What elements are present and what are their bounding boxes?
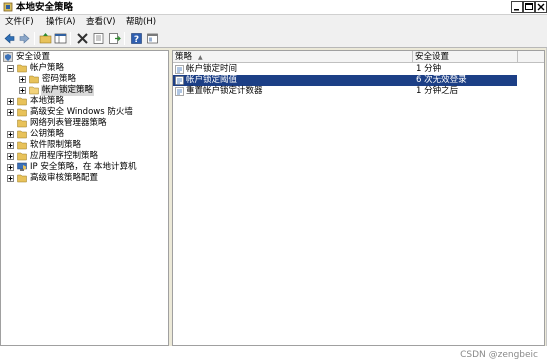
expand-icon[interactable] bbox=[19, 76, 26, 83]
delete-icon[interactable] bbox=[76, 32, 89, 45]
table-row[interactable]: 重置帐户锁定计数器 1 分钟之后 bbox=[173, 86, 517, 97]
tree-item-advanced-audit[interactable]: 高级审核策略配置 bbox=[7, 173, 157, 184]
expand-icon[interactable] bbox=[19, 87, 26, 94]
watermark: CSDN @zengbeic bbox=[460, 350, 538, 360]
tree-item-public-key-policies[interactable]: 公钥策略 bbox=[7, 129, 157, 140]
tree-label: 密码策略 bbox=[42, 74, 77, 84]
tree-item-local-policies[interactable]: 本地策略 bbox=[7, 96, 157, 107]
menu-file[interactable]: 文件(F) bbox=[5, 16, 34, 28]
minimize-button[interactable] bbox=[511, 1, 523, 13]
column-header-security-setting[interactable]: 安全设置 bbox=[413, 51, 518, 63]
tree-label: 高级审核策略配置 bbox=[30, 173, 99, 183]
ip-security-icon bbox=[17, 162, 27, 172]
policy-list[interactable]: 策略 ▲ 安全设置 帐户锁定时间 1 分钟 帐户锁定阈值 6 次无效登录 重置帐户… bbox=[172, 50, 545, 346]
up-folder-icon[interactable] bbox=[39, 32, 52, 45]
console-icon[interactable] bbox=[146, 32, 159, 45]
menu-view[interactable]: 查看(V) bbox=[86, 16, 115, 28]
list-header: 策略 ▲ 安全设置 bbox=[173, 51, 544, 63]
toolbar-separator bbox=[34, 32, 35, 45]
policy-value: 6 次无效登录 bbox=[416, 75, 467, 85]
policy-value: 1 分钟 bbox=[416, 64, 442, 74]
folder-icon bbox=[17, 107, 27, 117]
tree-item-account-policies[interactable]: 帐户策略 bbox=[7, 63, 157, 74]
forward-icon[interactable] bbox=[18, 32, 31, 45]
tree-label: 软件限制策略 bbox=[30, 140, 82, 150]
tree-label: 本地策略 bbox=[30, 96, 65, 106]
menu-bar: 文件(F) 操作(A) 查看(V) 帮助(H) bbox=[0, 15, 547, 29]
policy-icon bbox=[175, 87, 184, 96]
menu-help[interactable]: 帮助(H) bbox=[126, 16, 156, 28]
help-icon[interactable]: ? bbox=[130, 32, 143, 45]
tree-label: 帐户策略 bbox=[30, 63, 65, 73]
toolbar-separator bbox=[124, 32, 125, 45]
folder-icon bbox=[17, 173, 27, 183]
folder-icon bbox=[17, 129, 27, 139]
tree-item-windows-firewall[interactable]: 高级安全 Windows 防火墙 bbox=[7, 107, 167, 118]
local-security-policy-window: 本地安全策略 文件(F) 操作(A) 查看(V) 帮助(H) ? 安全设置 帐户… bbox=[0, 0, 547, 364]
tree-item-ip-security[interactable]: IP 安全策略，在 本地计算机 bbox=[7, 162, 167, 173]
tree-label: 应用程序控制策略 bbox=[30, 151, 99, 161]
expand-icon[interactable] bbox=[7, 109, 14, 116]
properties-icon[interactable] bbox=[92, 32, 105, 45]
sort-ascending-icon: ▲ bbox=[198, 54, 203, 61]
toolbar: ? bbox=[0, 29, 547, 48]
svg-text:?: ? bbox=[134, 35, 139, 45]
window-title: 本地安全策略 bbox=[16, 2, 74, 13]
folder-icon bbox=[17, 151, 27, 161]
tree-item-account-lockout-policy[interactable]: 帐户锁定策略 bbox=[19, 85, 159, 96]
policy-icon bbox=[175, 76, 184, 85]
tree-label: 网络列表管理器策略 bbox=[30, 118, 107, 128]
tree-item-network-list-manager[interactable]: 网络列表管理器策略 bbox=[7, 118, 167, 129]
expand-icon[interactable] bbox=[7, 164, 14, 171]
table-row-selected[interactable]: 帐户锁定阈值 6 次无效登录 bbox=[173, 75, 517, 86]
close-button[interactable] bbox=[535, 1, 547, 13]
tree-label: 高级安全 Windows 防火墙 bbox=[30, 107, 133, 117]
open-folder-icon bbox=[29, 85, 39, 95]
tree-item-password-policy[interactable]: 密码策略 bbox=[19, 74, 159, 85]
tree-item-software-restriction[interactable]: 软件限制策略 bbox=[7, 140, 157, 151]
back-icon[interactable] bbox=[3, 32, 16, 45]
column-label: 安全设置 bbox=[415, 52, 450, 62]
policy-name: 帐户锁定阈值 bbox=[186, 75, 238, 85]
folder-icon bbox=[17, 96, 27, 106]
tree-root[interactable]: 安全设置 bbox=[3, 52, 163, 63]
policy-value: 1 分钟之后 bbox=[416, 86, 459, 96]
export-list-icon[interactable] bbox=[108, 32, 121, 45]
folder-icon bbox=[29, 74, 39, 84]
folder-icon bbox=[17, 118, 27, 128]
expand-icon[interactable] bbox=[7, 98, 14, 105]
policy-name: 帐户锁定时间 bbox=[186, 64, 238, 74]
expand-icon[interactable] bbox=[7, 175, 14, 182]
collapse-icon[interactable] bbox=[7, 65, 14, 72]
tree-item-application-control[interactable]: 应用程序控制策略 bbox=[7, 151, 157, 162]
column-label: 策略 bbox=[175, 52, 193, 62]
security-settings-icon bbox=[3, 52, 13, 62]
tree-label: IP 安全策略，在 本地计算机 bbox=[30, 162, 137, 172]
navigation-tree[interactable]: 安全设置 帐户策略 密码策略 帐户锁定策略 本地策略 高级安全 Windows … bbox=[0, 50, 169, 346]
expand-icon[interactable] bbox=[7, 131, 14, 138]
toolbar-separator bbox=[70, 32, 71, 45]
table-row[interactable]: 帐户锁定时间 1 分钟 bbox=[173, 64, 517, 75]
title-bar[interactable]: 本地安全策略 bbox=[0, 0, 547, 15]
folder-icon bbox=[17, 140, 27, 150]
folder-icon bbox=[17, 63, 27, 73]
security-policy-icon bbox=[3, 2, 13, 12]
expand-icon[interactable] bbox=[7, 142, 14, 149]
tree-label: 安全设置 bbox=[16, 52, 51, 62]
policy-icon bbox=[175, 65, 184, 74]
column-header-policy[interactable]: 策略 ▲ bbox=[173, 51, 413, 63]
menu-action[interactable]: 操作(A) bbox=[46, 16, 75, 28]
policy-name: 重置帐户锁定计数器 bbox=[186, 86, 263, 96]
expand-icon[interactable] bbox=[7, 153, 14, 160]
tree-label: 公钥策略 bbox=[30, 129, 65, 139]
tree-label: 帐户锁定策略 bbox=[41, 85, 95, 96]
maximize-button[interactable] bbox=[523, 1, 535, 13]
show-hide-tree-icon[interactable] bbox=[54, 32, 67, 45]
